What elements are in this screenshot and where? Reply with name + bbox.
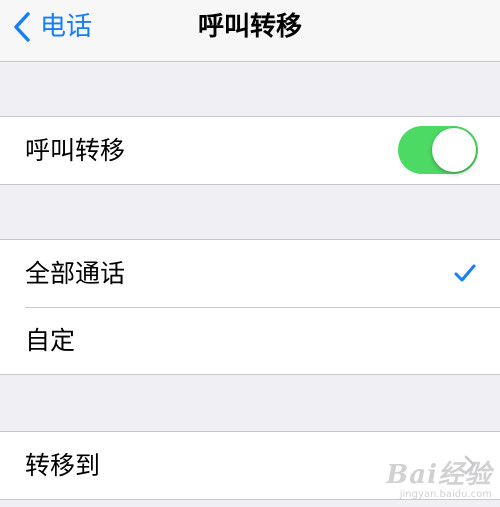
call-forwarding-toggle[interactable] <box>398 126 478 174</box>
toggle-knob <box>432 128 476 172</box>
forwarding-group: 呼叫转移 <box>0 116 500 185</box>
call-forwarding-row: 呼叫转移 <box>0 117 500 184</box>
page-title: 呼叫转移 <box>197 12 302 42</box>
checkmark-icon <box>454 264 476 282</box>
forward-to-row[interactable]: 转移到 <box>0 432 500 499</box>
option-all-calls-label: 全部通话 <box>25 258 126 288</box>
option-custom-label: 自定 <box>25 325 76 355</box>
forward-to-group: 转移到 <box>0 431 500 500</box>
call-forwarding-label: 呼叫转移 <box>25 135 126 165</box>
chevron-right-icon <box>464 455 476 475</box>
call-options-group: 全部通话 自定 <box>0 239 500 375</box>
option-custom[interactable]: 自定 <box>0 307 500 374</box>
forward-to-label: 转移到 <box>25 450 101 480</box>
navigation-bar: 电话 呼叫转移 <box>0 0 500 62</box>
option-all-calls[interactable]: 全部通话 <box>0 240 500 307</box>
